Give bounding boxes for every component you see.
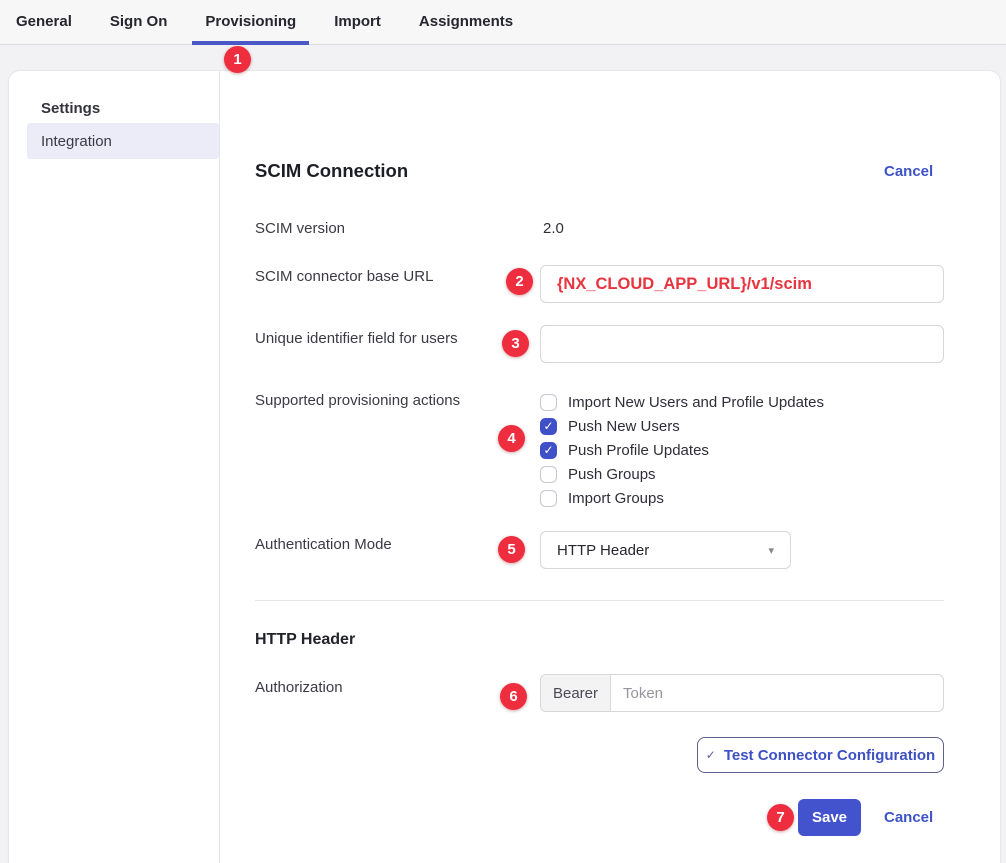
checkbox-row-import-new-users[interactable]: Import New Users and Profile Updates: [540, 390, 824, 414]
checkbox-unchecked-icon[interactable]: [540, 394, 557, 411]
step-badge-2: 2: [506, 268, 533, 295]
chevron-down-icon: ▾: [768, 544, 774, 557]
checkbox-checked-icon[interactable]: ✓: [540, 442, 557, 459]
checkbox-unchecked-icon[interactable]: [540, 490, 557, 507]
checkbox-label: Push Groups: [568, 466, 656, 483]
step-badge-7: 7: [767, 804, 794, 831]
provisioning-actions-list: Import New Users and Profile Updates ✓ P…: [540, 390, 824, 510]
tab-assignments[interactable]: Assignments: [406, 0, 526, 45]
base-url-input[interactable]: [540, 265, 944, 303]
tab-import[interactable]: Import: [321, 0, 394, 45]
sidebar-divider: [219, 71, 220, 863]
http-header-section-title: HTTP Header: [255, 631, 355, 649]
auth-mode-label: Authentication Mode: [255, 536, 392, 553]
checkbox-label: Push Profile Updates: [568, 442, 709, 459]
step-badge-4: 4: [498, 425, 525, 452]
checkbox-checked-icon[interactable]: ✓: [540, 418, 557, 435]
checkbox-row-import-groups[interactable]: Import Groups: [540, 486, 824, 510]
sidebar-header-settings: Settings: [41, 100, 100, 117]
checkmark-icon: ✓: [706, 748, 716, 762]
checkbox-row-push-profile-updates[interactable]: ✓ Push Profile Updates: [540, 438, 824, 462]
checkbox-row-push-new-users[interactable]: ✓ Push New Users: [540, 414, 824, 438]
tab-provisioning[interactable]: Provisioning: [192, 0, 309, 45]
authorization-label: Authorization: [255, 679, 343, 696]
scim-version-value: 2.0: [543, 220, 564, 237]
app-tab-bar: General Sign On Provisioning Import Assi…: [0, 0, 1006, 45]
step-badge-1: 1: [224, 46, 251, 73]
checkbox-label: Import Groups: [568, 490, 664, 507]
sidebar-item-label: Integration: [41, 133, 112, 150]
section-divider: [255, 600, 944, 601]
checkbox-label: Push New Users: [568, 418, 680, 435]
sidebar-item-integration[interactable]: Integration: [27, 123, 219, 159]
test-connector-label: Test Connector Configuration: [724, 747, 935, 764]
token-input[interactable]: [611, 675, 943, 711]
tab-general[interactable]: General: [3, 0, 85, 45]
step-badge-6: 6: [500, 683, 527, 710]
checkbox-unchecked-icon[interactable]: [540, 466, 557, 483]
tab-sign-on[interactable]: Sign On: [97, 0, 181, 45]
save-button[interactable]: Save: [798, 799, 861, 836]
provisioning-actions-label: Supported provisioning actions: [255, 392, 460, 409]
checkbox-label: Import New Users and Profile Updates: [568, 394, 824, 411]
checkmark-icon: ✓: [543, 444, 553, 456]
checkmark-icon: ✓: [543, 420, 553, 432]
page-title: SCIM Connection: [255, 160, 408, 182]
step-badge-3: 3: [502, 330, 529, 357]
authorization-input-group: Bearer: [540, 674, 944, 712]
unique-id-input[interactable]: [540, 325, 944, 363]
checkbox-row-push-groups[interactable]: Push Groups: [540, 462, 824, 486]
bearer-prefix: Bearer: [541, 675, 611, 711]
scim-version-label: SCIM version: [255, 220, 345, 237]
unique-id-label: Unique identifier field for users: [255, 330, 458, 347]
cancel-link-top[interactable]: Cancel: [884, 163, 933, 180]
test-connector-button[interactable]: ✓ Test Connector Configuration: [697, 737, 944, 773]
base-url-label: SCIM connector base URL: [255, 268, 433, 285]
auth-mode-selected-value: HTTP Header: [557, 542, 649, 559]
cancel-link-bottom[interactable]: Cancel: [884, 809, 933, 826]
step-badge-5: 5: [498, 536, 525, 563]
auth-mode-select[interactable]: HTTP Header ▾: [540, 531, 791, 569]
